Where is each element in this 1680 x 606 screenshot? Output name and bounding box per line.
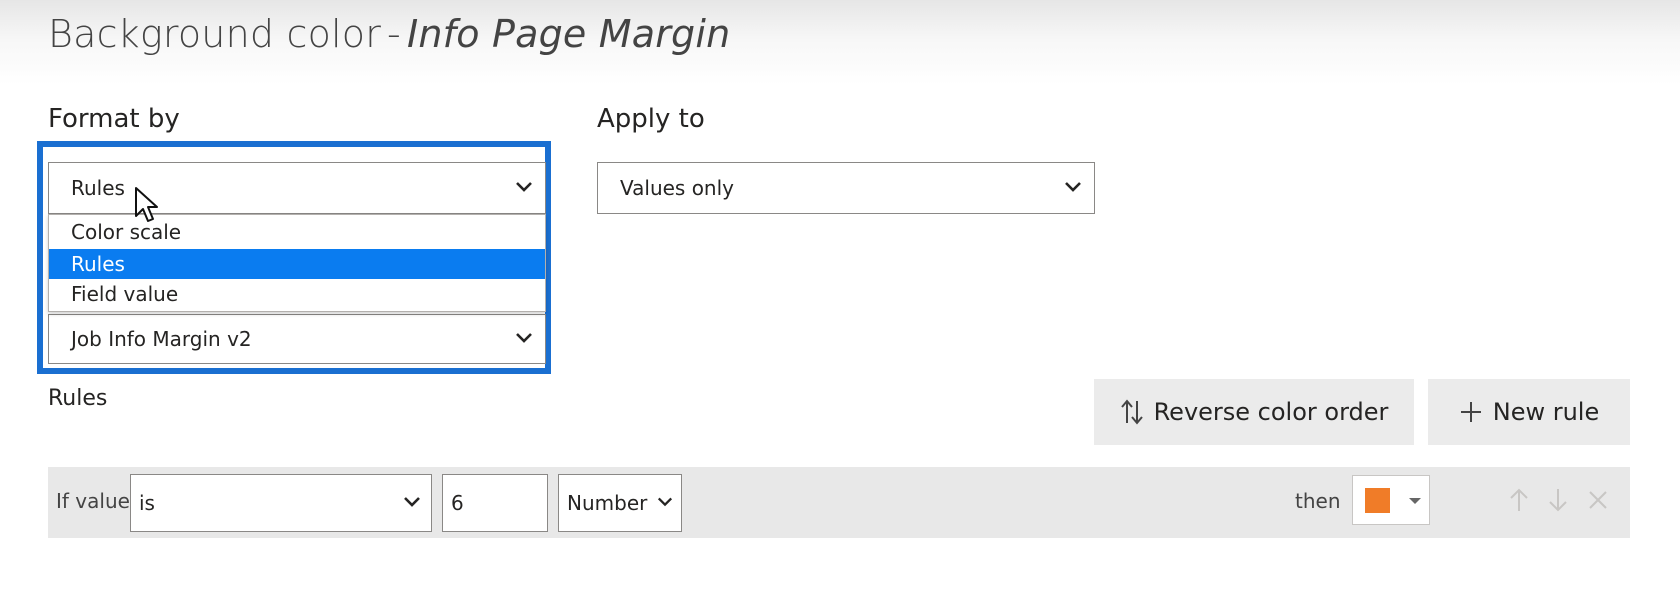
rule-operator-value: is xyxy=(139,491,155,515)
format-by-dropdown-list: Color scale Rules Field value xyxy=(48,214,546,312)
dropdown-option-field-value[interactable]: Field value xyxy=(49,279,545,309)
dialog-title-separator: - xyxy=(387,12,401,56)
arrow-up-icon[interactable] xyxy=(1504,485,1534,515)
then-label: then xyxy=(1295,489,1341,513)
rules-section-label: Rules xyxy=(48,386,108,411)
conditional-formatting-dialog: Background color - Info Page Margin Format… xyxy=(0,0,1680,606)
chevron-down-icon xyxy=(404,497,420,507)
new-rule-button[interactable]: New rule xyxy=(1428,379,1630,445)
chevron-down-icon xyxy=(657,497,673,507)
dialog-title: Background color - Info Page Margin xyxy=(48,12,730,56)
apply-to-selected-value: Values only xyxy=(620,176,735,200)
format-by-label: Format by xyxy=(48,104,180,134)
based-on-field-value: Job Info Margin v2 xyxy=(71,327,252,351)
new-rule-label: New rule xyxy=(1492,398,1600,426)
sort-arrows-icon xyxy=(1120,399,1143,425)
color-swatch xyxy=(1365,488,1390,513)
rule-value-type-value: Number xyxy=(567,491,648,515)
dropdown-option-rules[interactable]: Rules xyxy=(49,249,545,279)
dialog-title-field: Info Page Margin xyxy=(406,12,731,56)
dialog-title-main: Background color xyxy=(48,12,382,56)
close-icon[interactable] xyxy=(1583,485,1613,515)
mouse-pointer-icon xyxy=(135,187,158,222)
chevron-down-icon xyxy=(516,182,532,192)
rule-operator-select[interactable]: is xyxy=(130,474,432,532)
rule-row: If value is 6 Number then xyxy=(48,467,1630,538)
reverse-color-order-button[interactable]: Reverse color order xyxy=(1094,379,1414,445)
dropdown-option-color-scale[interactable]: Color scale xyxy=(49,217,545,247)
apply-to-select[interactable]: Values only xyxy=(597,162,1095,214)
format-by-selected-value: Rules xyxy=(71,176,125,200)
rule-value-type-select[interactable]: Number xyxy=(558,474,682,532)
rule-value-text: 6 xyxy=(451,491,464,515)
arrow-down-icon[interactable] xyxy=(1543,485,1573,515)
based-on-field-select[interactable]: Job Info Margin v2 xyxy=(48,314,546,364)
chevron-down-icon xyxy=(1065,182,1081,192)
chevron-down-icon xyxy=(516,333,532,343)
apply-to-label: Apply to xyxy=(597,104,705,134)
if-value-label: If value xyxy=(56,489,130,513)
chevron-down-icon xyxy=(1409,498,1421,504)
reverse-color-order-label: Reverse color order xyxy=(1153,398,1389,426)
format-by-select[interactable]: Rules xyxy=(48,162,546,214)
plus-icon xyxy=(1460,402,1481,422)
rule-value-input[interactable]: 6 xyxy=(442,474,548,532)
rule-color-picker[interactable] xyxy=(1352,475,1430,525)
